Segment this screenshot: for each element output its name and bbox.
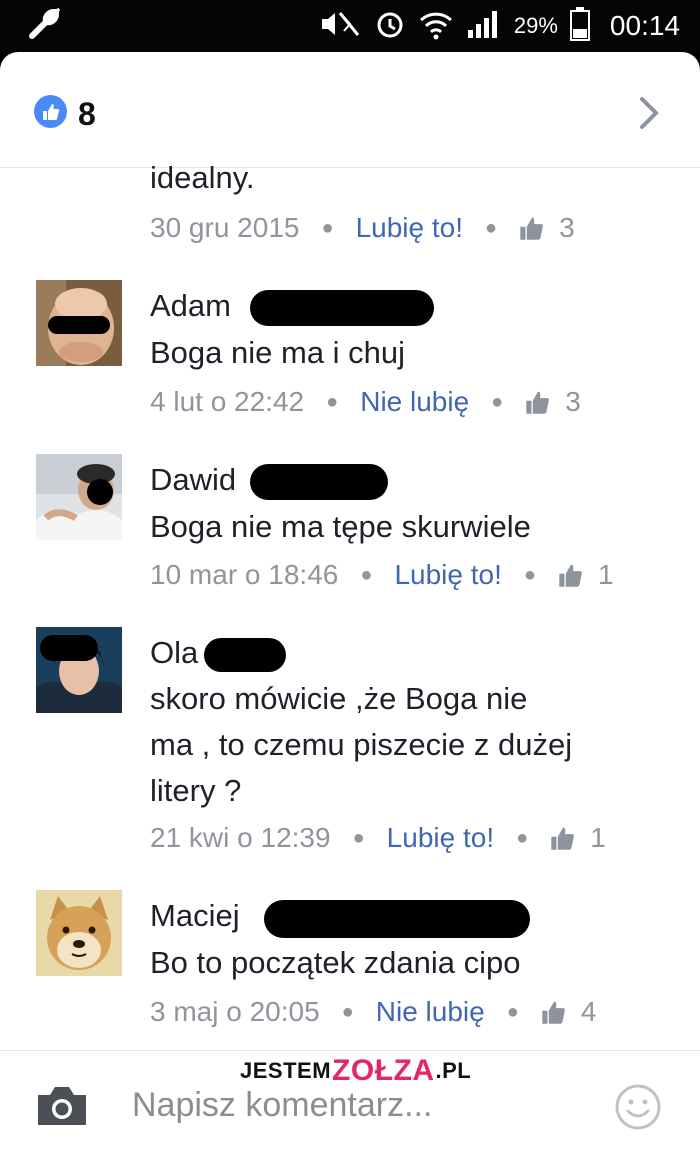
avatar[interactable] — [36, 280, 122, 366]
comment-text: Boga nie ma tępe skurwiele — [150, 509, 531, 544]
thumbs-up-icon — [558, 562, 584, 588]
separator-dot: ● — [516, 826, 529, 849]
smiley-icon[interactable] — [614, 1083, 662, 1136]
separator-dot: ● — [506, 1000, 519, 1023]
redaction-bar — [250, 290, 434, 326]
separator-dot: ● — [321, 216, 334, 239]
status-icons: 29% 00:14 — [318, 0, 680, 52]
comment-meta: 4 lut o 22:42 ● Nie lubię ● 3 — [150, 386, 581, 418]
signal-icon — [466, 8, 502, 45]
reaction-count: 3 — [559, 212, 575, 243]
reaction-count: 3 — [565, 386, 581, 417]
comment-text: Boga nie ma i chuj — [150, 335, 406, 370]
comment-text: skoro mówicie ,że Boga nie ma , to czemu… — [150, 676, 660, 814]
redaction-bar — [250, 464, 388, 500]
partial-comment-text: idealny. — [150, 160, 255, 195]
reaction-count: 1 — [597, 559, 614, 590]
comment-author[interactable]: Ola — [150, 635, 198, 671]
alarm-icon — [374, 8, 406, 45]
comment-meta: 30 gru 2015 ● Lubię to! ● 3 — [150, 212, 575, 244]
likes-header[interactable]: 8 — [0, 52, 700, 168]
like-action-link[interactable]: Nie lubię — [376, 996, 485, 1028]
reaction-count: 1 — [590, 822, 606, 853]
redaction-bar — [204, 638, 286, 672]
avatar[interactable] — [36, 454, 122, 540]
comment-text: Bo to początek zdania cipo — [150, 945, 521, 980]
thumbs-up-icon — [525, 389, 551, 415]
separator-dot: ● — [491, 390, 504, 413]
comment-text-line: ma , to czemu piszecie z dużej — [150, 727, 573, 762]
comment-date: 21 kwi o 12:39 — [150, 822, 331, 853]
like-action-link[interactable]: Lubię to! — [394, 559, 501, 591]
thumbs-up-icon — [519, 215, 545, 241]
thumbs-up-icon — [541, 999, 567, 1025]
separator-dot: ● — [484, 216, 498, 239]
comment-date: 10 mar o 18:46 — [150, 559, 339, 590]
comment-author[interactable]: Maciej — [150, 898, 240, 934]
mute-icon — [318, 9, 362, 44]
comment-author[interactable]: Dawid — [150, 462, 236, 498]
separator-dot: ● — [360, 563, 373, 586]
comment-author[interactable]: Adam — [150, 288, 231, 324]
separator-dot: ● — [326, 390, 339, 413]
comment-date: 30 gru 2015 — [150, 212, 300, 243]
separator-dot: ● — [341, 1000, 354, 1023]
comment-meta: 10 mar o 18:46 ● Lubię to! ● 1 — [150, 559, 614, 591]
like-action-link[interactable]: Nie lubię — [360, 386, 469, 418]
clock: 00:14 — [609, 10, 680, 41]
like-count: 8 — [78, 96, 96, 132]
separator-dot: ● — [352, 826, 365, 849]
like-action-link[interactable]: Lubię to! — [387, 822, 494, 854]
thumbs-up-icon — [550, 825, 576, 851]
reaction-count: 4 — [580, 996, 597, 1027]
comment-input[interactable] — [132, 1077, 592, 1133]
thumbs-up-icon — [34, 95, 67, 128]
comment-meta: 3 maj o 20:05 ● Nie lubię ● 4 — [150, 996, 596, 1028]
comment-text-line: litery ? — [150, 773, 242, 808]
battery-percent: 29% — [513, 13, 558, 38]
wrench-icon — [26, 6, 62, 47]
comment-composer: JESTEM ZOŁZA .PL — [0, 1050, 700, 1163]
camera-icon[interactable] — [34, 1083, 90, 1134]
redaction-bar — [264, 900, 530, 938]
status-bar: 29% 00:14 — [0, 0, 700, 52]
battery-icon — [569, 6, 590, 46]
comment-text-line: skoro mówicie ,że Boga nie — [150, 681, 528, 716]
comment-meta: 21 kwi o 12:39 ● Lubię to! ● 1 — [150, 822, 606, 854]
chevron-right-icon[interactable] — [638, 96, 660, 135]
separator-dot: ● — [523, 563, 536, 586]
avatar[interactable] — [36, 627, 122, 713]
avatar[interactable] — [36, 890, 122, 976]
comment-date: 4 lut o 22:42 — [150, 386, 305, 417]
like-action-link[interactable]: Lubię to! — [356, 212, 463, 244]
comment-date: 3 maj o 20:05 — [150, 996, 320, 1027]
comments-panel: 8 idealny. 30 gru 2015 ● Lubię to! ● 3 A… — [0, 52, 700, 1163]
wifi-icon — [418, 8, 454, 45]
